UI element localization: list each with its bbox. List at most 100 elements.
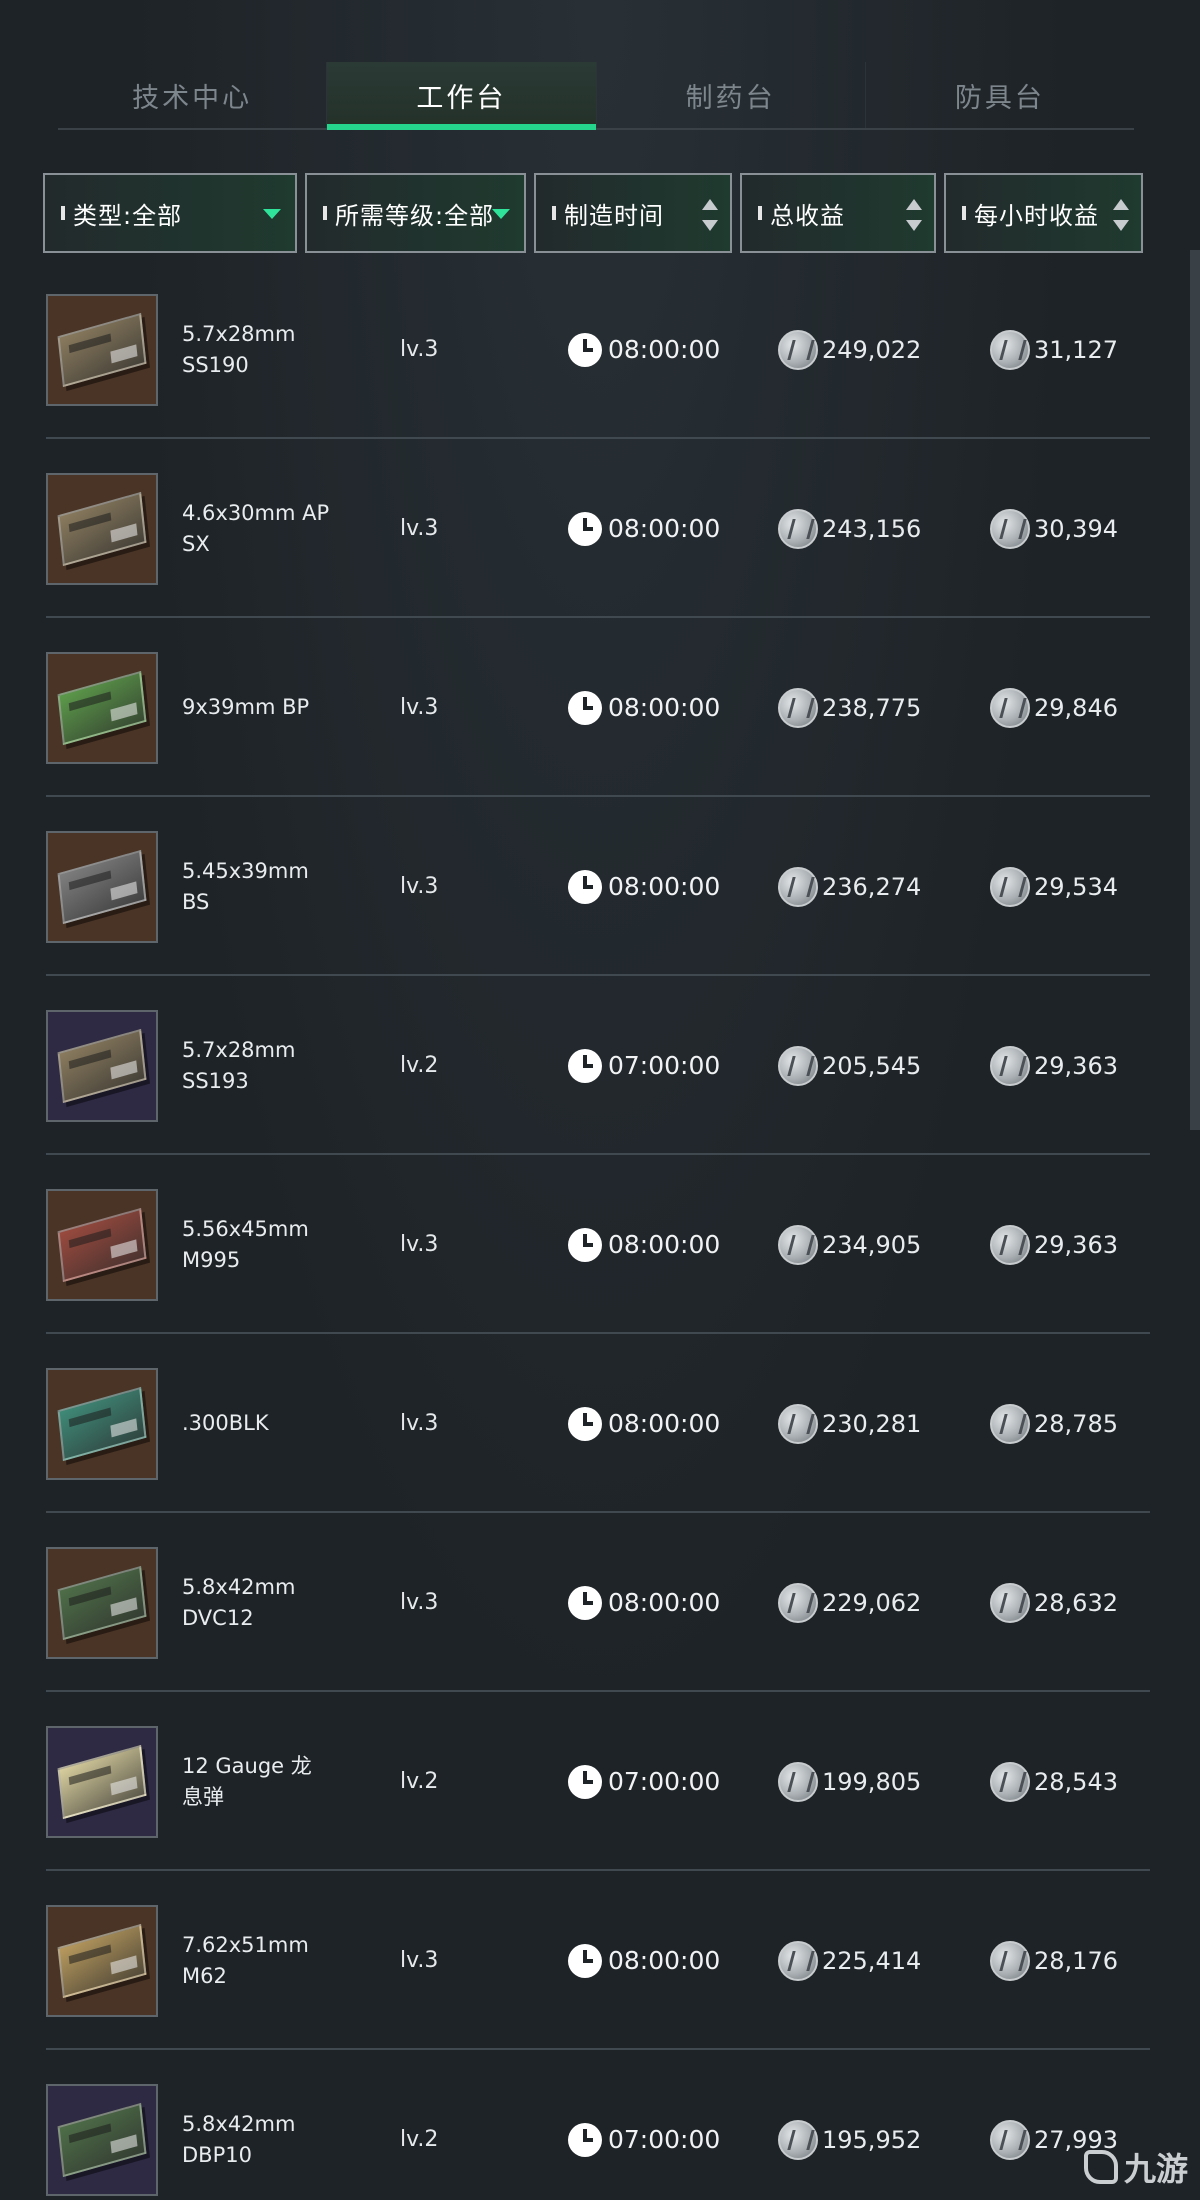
hourly-profit: 31,127	[990, 260, 1118, 439]
tab-label: 制药台	[685, 82, 776, 114]
item-thumbnail	[46, 1547, 158, 1659]
total-profit: 199,805	[778, 1692, 921, 1871]
total-profit-value: 205,545	[822, 1051, 922, 1080]
craft-time: 08:00:00	[568, 439, 720, 618]
craft-time-value: 08:00:00	[608, 335, 721, 364]
item-name-line1: 5.8x42mm	[182, 1574, 296, 1599]
tick-mark	[323, 206, 327, 220]
craft-time-value: 08:00:00	[608, 1946, 721, 1975]
required-level: lv.3	[400, 1411, 439, 1436]
hourly-profit: 30,394	[990, 439, 1118, 618]
item-name: 5.7x28mm SS193	[182, 976, 342, 1155]
list-item[interactable]: 4.6x30mm AP SX lv.3 08:00:00 243,156 30,…	[46, 439, 1150, 618]
total-profit: 238,775	[778, 618, 921, 797]
required-level: lv.3	[400, 695, 439, 720]
list-item[interactable]: .300BLK lv.3 08:00:00 230,281 28,785	[46, 1334, 1150, 1513]
item-name-line2: M995	[182, 1247, 241, 1272]
list-item[interactable]: 7.62x51mm M62 lv.3 08:00:00 225,414 28,1…	[46, 1871, 1150, 2050]
item-name-line2: DBP10	[182, 2142, 252, 2167]
list-item[interactable]: 5.7x28mm SS193 lv.2 07:00:00 205,545 29,…	[46, 976, 1150, 1155]
list-item[interactable]: 5.8x42mm DVC12 lv.3 08:00:00 229,062 28,…	[46, 1513, 1150, 1692]
currency-coin-icon	[778, 1940, 818, 1981]
triangle-down-icon	[492, 209, 510, 219]
currency-coin-icon	[990, 1582, 1030, 1623]
triangle-down-icon	[263, 209, 281, 219]
tab-workbench[interactable]: 工作台	[327, 62, 597, 130]
currency-coin-icon	[778, 329, 818, 370]
craft-item-list: 5.7x28mm SS190 lv.3 08:00:00 249,022 31,…	[46, 260, 1150, 2200]
tab-label: 防具台	[954, 82, 1045, 114]
craft-time-value: 08:00:00	[608, 693, 721, 722]
item-name-line2: 息弹	[182, 1784, 224, 1809]
ammo-box-icon	[57, 2102, 147, 2178]
workbench-tabs: 技术中心 工作台 制药台 防具台	[58, 62, 1134, 130]
currency-coin-icon	[990, 1403, 1030, 1444]
item-thumbnail	[46, 473, 158, 585]
currency-coin-icon	[990, 687, 1030, 728]
currency-coin-icon	[778, 1045, 818, 1086]
list-item[interactable]: 12 Gauge 龙 息弹 lv.2 07:00:00 199,805 28,5…	[46, 1692, 1150, 1871]
currency-coin-icon	[778, 1224, 818, 1265]
craft-time: 08:00:00	[568, 1513, 720, 1692]
tab-pharmacy[interactable]: 制药台	[597, 62, 866, 128]
list-item[interactable]: 5.7x28mm SS190 lv.3 08:00:00 249,022 31,…	[46, 260, 1150, 439]
item-name: 5.8x42mm DVC12	[182, 1513, 342, 1692]
item-name-line1: 5.56x45mm	[182, 1216, 309, 1241]
currency-coin-icon	[990, 1045, 1030, 1086]
craft-time-value: 08:00:00	[608, 514, 721, 543]
filter-label: 每小时收益	[974, 201, 1099, 230]
item-name: 7.62x51mm M62	[182, 1871, 342, 2050]
ammo-box-icon	[57, 1744, 147, 1820]
item-name-line2: DVC12	[182, 1605, 254, 1630]
craft-time-value: 08:00:00	[608, 1409, 721, 1438]
clock-icon	[568, 1585, 602, 1620]
tab-label: 技术中心	[132, 82, 253, 114]
currency-coin-icon	[778, 866, 818, 907]
item-thumbnail	[46, 831, 158, 943]
filter-label: 制造时间	[564, 201, 664, 230]
craft-time-value: 07:00:00	[608, 2125, 721, 2154]
item-name-line2: SX	[182, 531, 210, 556]
craft-time: 07:00:00	[568, 2050, 720, 2200]
currency-coin-icon	[990, 1224, 1030, 1265]
hourly-profit-value: 29,846	[1034, 693, 1118, 722]
item-thumbnail	[46, 1010, 158, 1122]
clock-icon	[568, 1764, 602, 1799]
tab-armor-bench[interactable]: 防具台	[866, 62, 1134, 128]
watermark: 九游	[1083, 2144, 1188, 2190]
craft-time-sort[interactable]: 制造时间	[534, 173, 732, 253]
tab-tech-center[interactable]: 技术中心	[58, 62, 328, 128]
list-item[interactable]: 5.45x39mm BS lv.3 08:00:00 236,274 29,53…	[46, 797, 1150, 976]
hourly-profit-value: 29,534	[1034, 872, 1118, 901]
clock-icon	[568, 690, 602, 725]
currency-coin-icon	[990, 1940, 1030, 1981]
total-profit-value: 249,022	[822, 335, 922, 364]
item-name-line1: 12 Gauge 龙	[182, 1753, 312, 1778]
total-profit: 195,952	[778, 2050, 921, 2200]
item-thumbnail	[46, 1189, 158, 1301]
list-item[interactable]: 5.56x45mm M995 lv.3 08:00:00 234,905 29,…	[46, 1155, 1150, 1334]
total-profit: 229,062	[778, 1513, 921, 1692]
clock-icon	[568, 511, 602, 546]
total-profit: 234,905	[778, 1155, 921, 1334]
list-item[interactable]: 9x39mm BP lv.3 08:00:00 238,775 29,846	[46, 618, 1150, 797]
hourly-profit-value: 29,363	[1034, 1051, 1118, 1080]
ammo-box-icon	[57, 1386, 147, 1462]
clock-icon	[568, 1406, 602, 1441]
currency-coin-icon	[778, 2119, 818, 2160]
item-name-line1: 5.45x39mm	[182, 858, 309, 883]
clock-icon	[568, 1048, 602, 1083]
total-profit: 225,414	[778, 1871, 921, 2050]
list-item[interactable]: 5.8x42mm DBP10 lv.2 07:00:00 195,952 27,…	[46, 2050, 1150, 2200]
logo-mark-icon	[1083, 2150, 1118, 2184]
level-filter-dropdown[interactable]: 所需等级:全部	[305, 173, 526, 253]
type-filter-dropdown[interactable]: 类型:全部	[43, 173, 297, 253]
tick-mark	[758, 206, 762, 220]
scrollbar[interactable]	[1190, 250, 1200, 1130]
currency-coin-icon	[778, 687, 818, 728]
total-profit-sort[interactable]: 总收益	[740, 173, 936, 253]
hourly-profit-value: 28,632	[1034, 1588, 1118, 1617]
currency-coin-icon	[778, 1582, 818, 1623]
item-thumbnail	[46, 1726, 158, 1838]
hourly-profit-sort[interactable]: 每小时收益	[944, 173, 1143, 253]
